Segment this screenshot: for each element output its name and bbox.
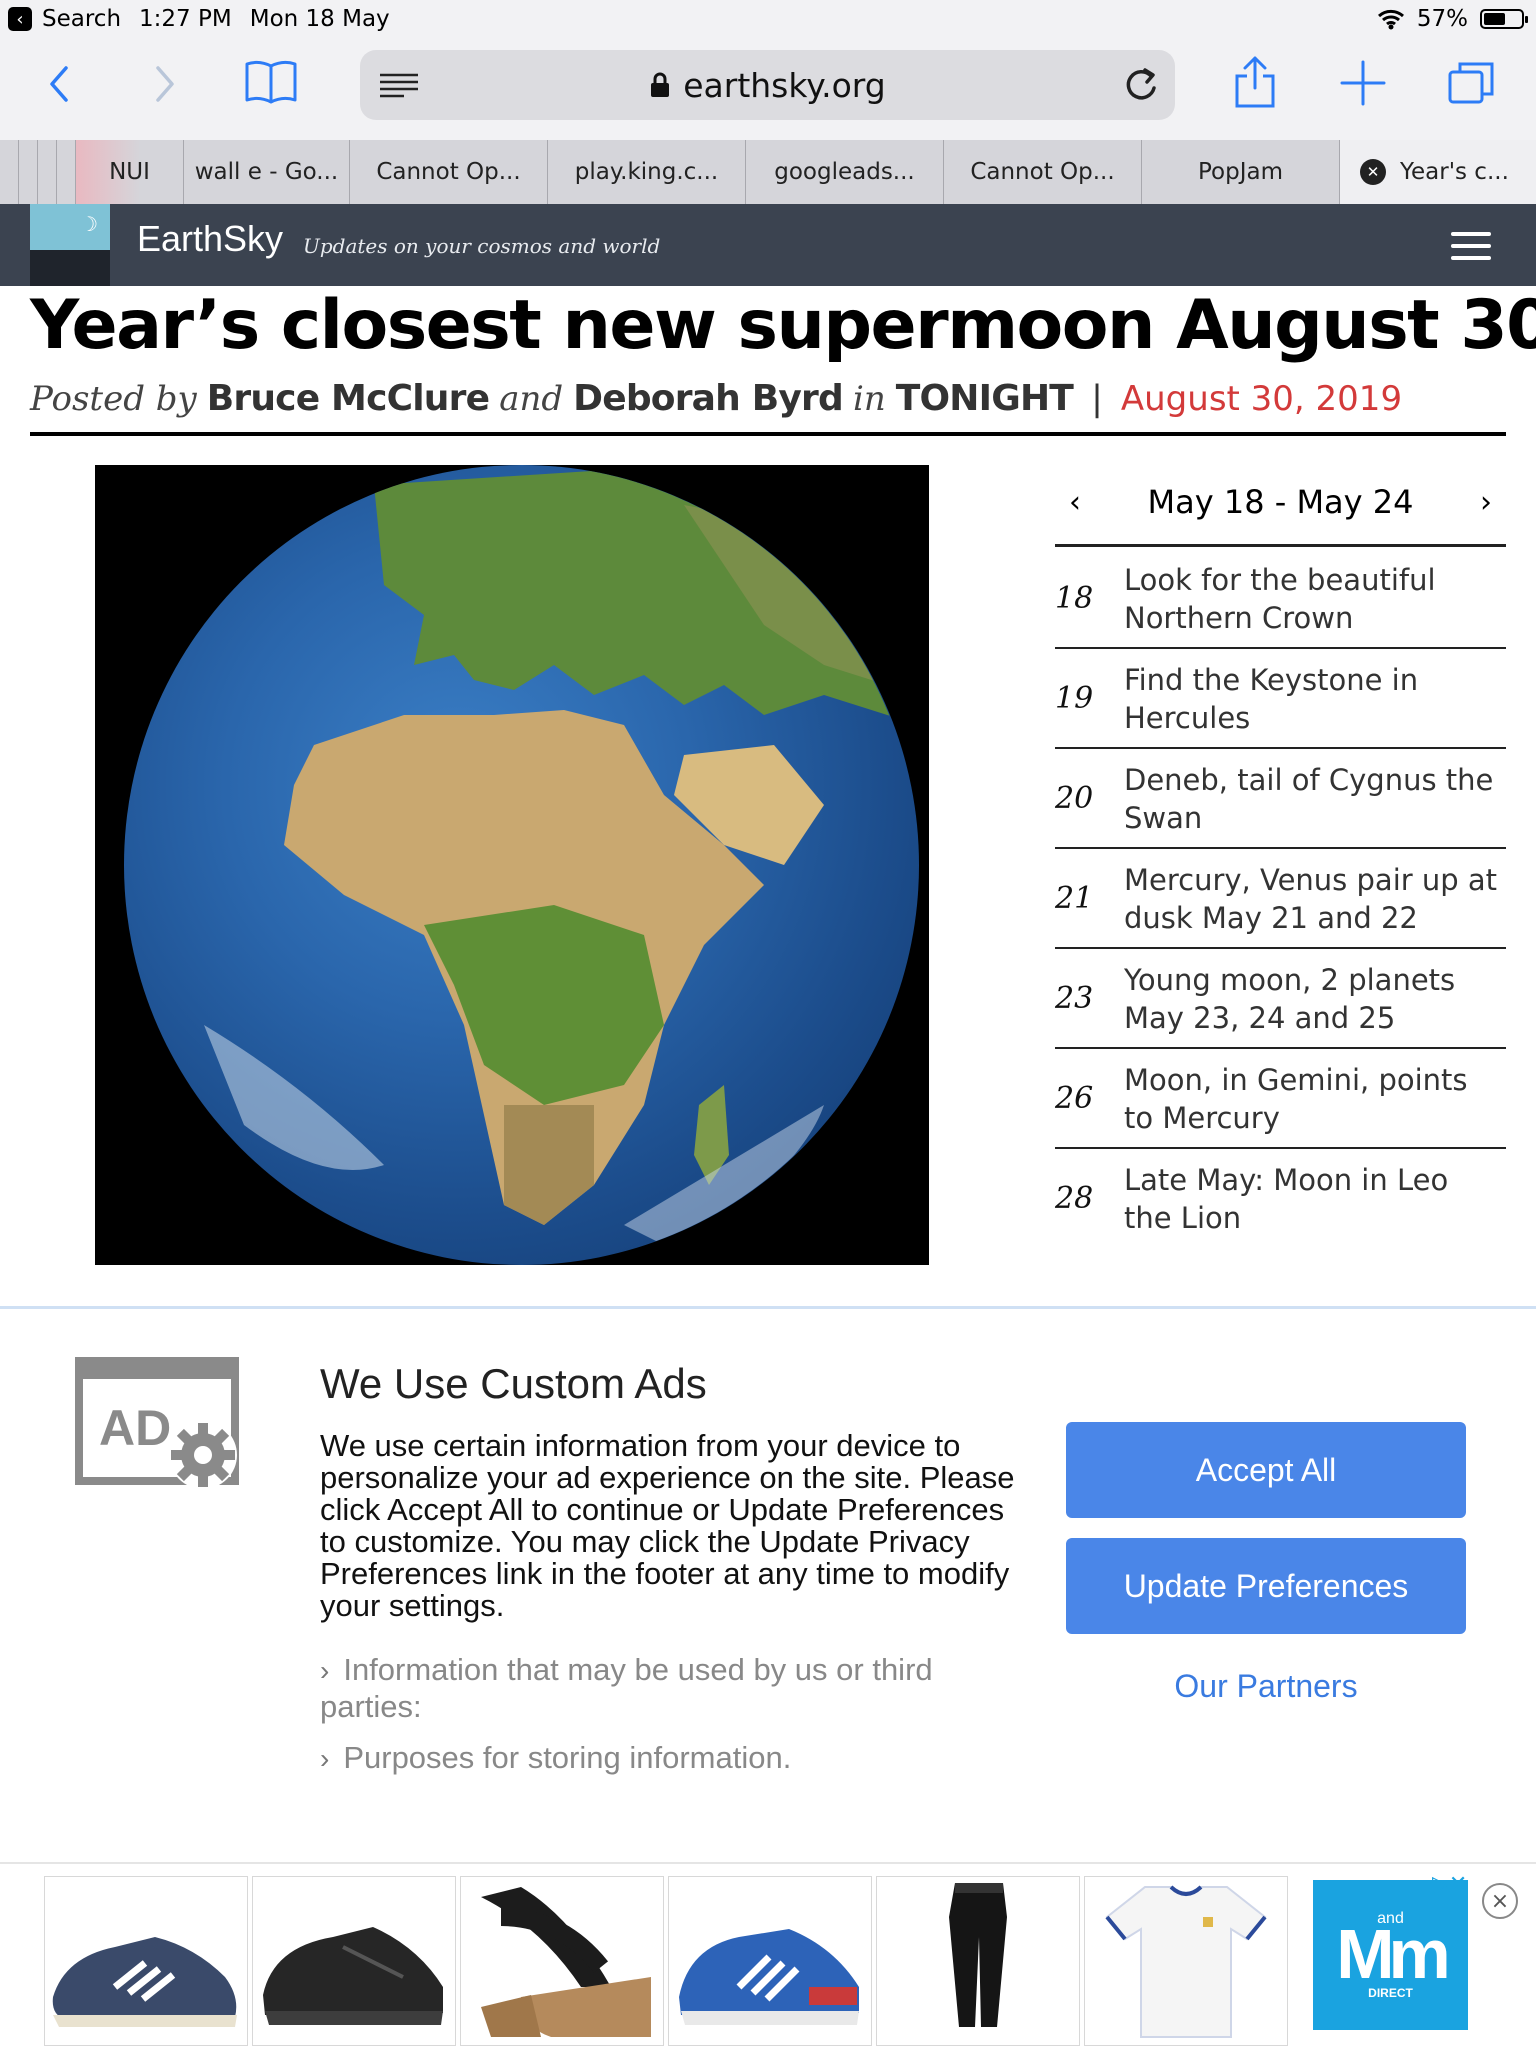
event-title[interactable]: Look for the beautiful Northern Crown [1124, 561, 1504, 637]
event-title[interactable]: Moon, in Gemini, points to Mercury [1124, 1061, 1504, 1137]
event-day: 23 [1055, 980, 1094, 1016]
earth-globe-image [124, 465, 919, 1265]
event-day: 28 [1055, 1180, 1094, 1216]
wifi-icon [1377, 9, 1404, 30]
tab-item[interactable]: wall e - Go... [183, 140, 349, 204]
article-byline: Posted by Bruce McClure and Deborah Byrd… [30, 378, 1402, 419]
earthsky-logo[interactable]: ☽ [30, 204, 110, 286]
author-link[interactable]: Bruce McClure [207, 378, 490, 419]
url-text[interactable]: earthsky.org [683, 66, 886, 105]
lock-icon [651, 72, 670, 97]
calendar-header: ‹ May 18 - May 24 › [1055, 460, 1506, 544]
tab-item[interactable]: Cannot Op... [349, 140, 547, 204]
status-date: Mon 18 May [249, 6, 390, 32]
author-link[interactable]: Deborah Byrd [573, 378, 844, 419]
calendar-event[interactable]: 21 Mercury, Venus pair up at dusk May 21 … [1055, 849, 1506, 949]
back-to-app-icon[interactable]: ‹ [8, 7, 32, 31]
site-name[interactable]: EarthSky [137, 218, 283, 260]
forward-icon[interactable] [150, 62, 180, 106]
battery-percent: 57% [1416, 6, 1468, 32]
new-tab-icon[interactable] [1340, 60, 1386, 106]
ad-product-sneaker-blue[interactable] [668, 1876, 872, 2046]
bookmarks-icon[interactable] [244, 58, 298, 106]
address-bar[interactable]: earthsky.org [360, 50, 1175, 120]
reload-icon[interactable] [1121, 64, 1161, 104]
calendar-next-icon[interactable]: › [1466, 485, 1506, 520]
byline-separator: | [1091, 379, 1103, 419]
calendar-event[interactable]: 23 Young moon, 2 planets May 23, 24 and 2… [1055, 949, 1506, 1049]
ad-product-tshirt[interactable] [1084, 1876, 1288, 2046]
calendar-range: May 18 - May 24 [1147, 483, 1414, 521]
consent-body: We use certain information from your dev… [320, 1428, 1015, 1623]
calendar-event[interactable]: 19 Find the Keystone in Hercules [1055, 649, 1506, 749]
site-tagline: Updates on your cosmos and world [303, 234, 661, 258]
event-title[interactable]: Late May: Moon in Leo the Lion [1124, 1161, 1504, 1237]
tab-stacked[interactable] [18, 140, 37, 204]
article-title: Year’s closest new supermoon August 30 [30, 286, 1536, 365]
close-tab-icon[interactable]: ✕ [1360, 159, 1386, 185]
category-link[interactable]: TONIGHT [896, 378, 1074, 419]
ad-product-sneaker-navy[interactable] [44, 1876, 248, 2046]
battery-icon [1480, 9, 1528, 29]
article-image [95, 465, 929, 1265]
tab-item[interactable]: PopJam [1141, 140, 1339, 204]
tab-item[interactable]: Cannot Op... [943, 140, 1141, 204]
tab-stacked[interactable] [37, 140, 56, 204]
event-day: 19 [1055, 680, 1094, 716]
event-day: 26 [1055, 1080, 1094, 1116]
tab-item[interactable]: googleads... [745, 140, 943, 204]
back-icon[interactable] [44, 62, 74, 106]
calendar-event[interactable]: 28 Late May: Moon in Leo the Lion [1055, 1149, 1506, 1247]
share-icon[interactable] [1233, 54, 1277, 110]
byline-and: and [499, 379, 564, 419]
tab-bar: NUI wall e - Go... Cannot Op... play.kin… [0, 140, 1536, 204]
calendar-prev-icon[interactable]: ‹ [1055, 485, 1095, 520]
tab-stacked[interactable] [56, 140, 75, 204]
adchoices-icon[interactable]: ▷✕ [1432, 1872, 1467, 1897]
calendar-divider [1055, 544, 1506, 547]
byline-in: in [852, 379, 886, 419]
calendar-event[interactable]: 20 Deneb, tail of Cygnus the Swan [1055, 749, 1506, 849]
back-app-label[interactable]: Search [42, 6, 121, 32]
ad-settings-icon: AD [75, 1357, 239, 1489]
svg-text:AD: AD [99, 1400, 171, 1456]
byline-posted-by: Posted by [30, 379, 197, 419]
status-bar: ‹ Search 1:27 PM Mon 18 May 57% [0, 0, 1536, 42]
ad-product-shoe-black[interactable] [252, 1876, 456, 2046]
our-partners-link[interactable]: Our Partners [1066, 1668, 1466, 1705]
browser-toolbar: earthsky.org [0, 42, 1536, 140]
calendar-event[interactable]: 26 Moon, in Gemini, points to Mercury [1055, 1049, 1506, 1149]
event-day: 21 [1055, 880, 1094, 916]
article-date: August 30, 2019 [1120, 379, 1403, 419]
event-day: 18 [1055, 580, 1094, 616]
event-title[interactable]: Mercury, Venus pair up at dusk May 21 an… [1124, 861, 1504, 937]
disclosure-purposes[interactable]: › Purposes for storing information. [320, 1740, 1020, 1777]
title-divider [30, 432, 1506, 436]
chevron-right-icon: › [320, 1655, 330, 1686]
close-ad-icon[interactable]: × [1482, 1883, 1518, 1919]
tab-active[interactable]: ✕ Year's c... [1339, 140, 1536, 204]
accept-all-button[interactable]: Accept All [1066, 1422, 1466, 1518]
event-title[interactable]: Young moon, 2 planets May 23, 24 and 25 [1124, 961, 1504, 1037]
update-preferences-button[interactable]: Update Preferences [1066, 1538, 1466, 1634]
event-day: 20 [1055, 780, 1094, 816]
disclosure-info-used[interactable]: › Information that may be used by us or t… [320, 1652, 1020, 1725]
tab-item[interactable]: play.king.c... [547, 140, 745, 204]
mandm-direct-logo[interactable]: and Mm DIRECT [1313, 1880, 1468, 2030]
event-title[interactable]: Find the Keystone in Hercules [1124, 661, 1504, 737]
tabs-overview-icon[interactable] [1446, 58, 1496, 106]
globe-landmass [204, 465, 918, 1255]
status-time: 1:27 PM [139, 6, 232, 32]
reader-view-icon[interactable] [378, 72, 420, 100]
ad-product-joggers[interactable] [876, 1876, 1080, 2046]
tab-item[interactable]: NUI [75, 140, 183, 204]
ad-product-wedge-sandal[interactable] [460, 1876, 664, 2046]
menu-icon[interactable] [1451, 232, 1491, 260]
calendar-event[interactable]: 18 Look for the beautiful Northern Crown [1055, 549, 1506, 649]
event-title[interactable]: Deneb, tail of Cygnus the Swan [1124, 761, 1504, 837]
consent-title: We Use Custom Ads [320, 1360, 707, 1407]
chevron-right-icon: › [320, 1743, 330, 1774]
